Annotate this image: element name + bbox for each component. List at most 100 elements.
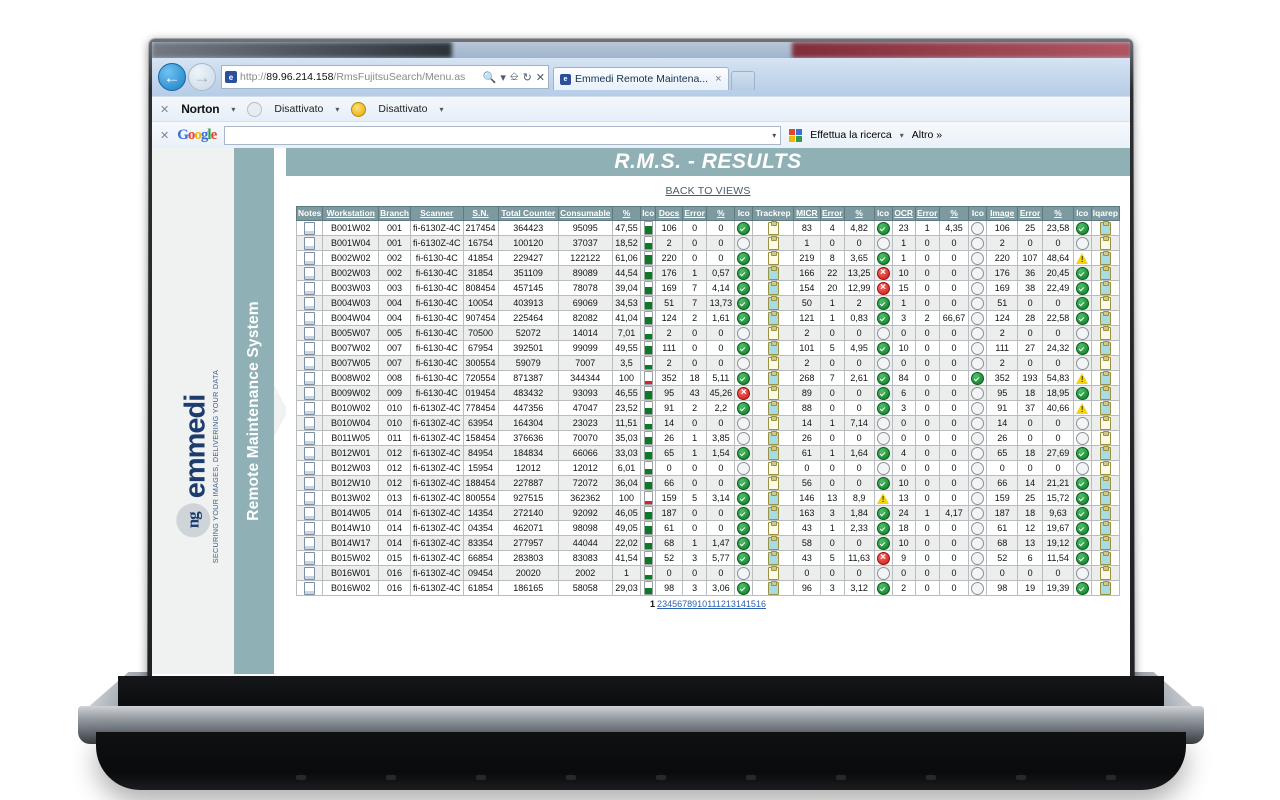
column-header-ico-17[interactable]: Ico bbox=[873, 206, 893, 221]
cell-trackrep[interactable] bbox=[752, 520, 794, 536]
forward-button[interactable]: → bbox=[188, 63, 216, 91]
note-icon[interactable] bbox=[304, 401, 316, 415]
note-icon[interactable] bbox=[304, 581, 316, 595]
report-clipboard-icon[interactable] bbox=[767, 521, 779, 535]
pagination-page-10[interactable]: 10 bbox=[697, 599, 707, 609]
table-row[interactable]: B010W04 010 fi-6130Z-4C 63954 164304 23023 11,… bbox=[295, 415, 1121, 431]
cell-notes[interactable] bbox=[295, 430, 324, 446]
table-row[interactable]: B010W02 010 fi-6130Z-4C 778454 447356 47047 23… bbox=[295, 400, 1121, 416]
note-icon[interactable] bbox=[304, 266, 316, 280]
report-clipboard-icon[interactable] bbox=[1099, 221, 1111, 235]
report-clipboard-icon[interactable] bbox=[1099, 536, 1111, 550]
note-icon[interactable] bbox=[304, 476, 316, 490]
table-row[interactable]: B007W05 007 fi-6130-4C 300554 59079 7007 3,5 2 0… bbox=[295, 355, 1121, 371]
tab-emmedi-remote-maintenance[interactable]: e Emmedi Remote Maintena... × bbox=[553, 67, 729, 90]
cell-trackrep[interactable] bbox=[752, 445, 794, 461]
cell-trackrep[interactable] bbox=[752, 385, 794, 401]
norton-status-1[interactable]: Disattivato bbox=[274, 103, 323, 115]
cell-iqarep[interactable] bbox=[1090, 580, 1121, 596]
cell-notes[interactable] bbox=[295, 220, 324, 236]
column-header---7[interactable]: % bbox=[611, 206, 642, 221]
chevron-down-icon[interactable]: ▾ bbox=[231, 105, 235, 114]
cell-notes[interactable] bbox=[295, 460, 324, 476]
google-search-button[interactable]: Effettua la ricerca bbox=[810, 129, 892, 141]
cell-iqarep[interactable] bbox=[1090, 550, 1121, 566]
column-header-ico-8[interactable]: Ico bbox=[640, 206, 657, 221]
column-header-ico-25[interactable]: Ico bbox=[1072, 206, 1092, 221]
table-row[interactable]: B008W02 008 fi-6130-4C 720554 871387 344344 10… bbox=[295, 370, 1121, 386]
pagination-page-11[interactable]: 11 bbox=[707, 599, 716, 609]
cell-trackrep[interactable] bbox=[752, 400, 794, 416]
report-clipboard-icon[interactable] bbox=[1099, 431, 1111, 445]
report-clipboard-icon[interactable] bbox=[767, 341, 779, 355]
note-icon[interactable] bbox=[304, 491, 316, 505]
table-row[interactable]: B012W10 012 fi-6130Z-4C 188454 227887 72072 36… bbox=[295, 475, 1121, 491]
cell-iqarep[interactable] bbox=[1090, 415, 1121, 431]
cell-trackrep[interactable] bbox=[752, 370, 794, 386]
cell-notes[interactable] bbox=[295, 415, 324, 431]
cell-trackrep[interactable] bbox=[752, 280, 794, 296]
report-clipboard-icon[interactable] bbox=[767, 506, 779, 520]
column-header---16[interactable]: % bbox=[843, 206, 875, 221]
search-icon[interactable]: 🔍 bbox=[483, 71, 497, 84]
note-icon[interactable] bbox=[304, 386, 316, 400]
norton-status-2[interactable]: Disattivato bbox=[378, 103, 427, 115]
cell-trackrep[interactable] bbox=[752, 220, 794, 236]
report-clipboard-icon[interactable] bbox=[767, 251, 779, 265]
note-icon[interactable] bbox=[304, 221, 316, 235]
note-icon[interactable] bbox=[304, 296, 316, 310]
table-row[interactable]: B016W01 016 fi-6130Z-4C 09454 20020 2002 1 0 0 0 0… bbox=[295, 565, 1121, 581]
cell-iqarep[interactable] bbox=[1090, 355, 1121, 371]
cell-notes[interactable] bbox=[295, 355, 324, 371]
report-clipboard-icon[interactable] bbox=[1099, 401, 1111, 415]
cell-trackrep[interactable] bbox=[752, 460, 794, 476]
cell-trackrep[interactable] bbox=[752, 430, 794, 446]
note-icon[interactable] bbox=[304, 431, 316, 445]
note-icon[interactable] bbox=[304, 341, 316, 355]
cell-notes[interactable] bbox=[295, 295, 324, 311]
back-to-views-link[interactable]: BACK TO VIEWS bbox=[665, 185, 750, 197]
cell-iqarep[interactable] bbox=[1090, 280, 1121, 296]
cell-notes[interactable] bbox=[295, 400, 324, 416]
pagination-page-12[interactable]: 12 bbox=[716, 599, 726, 609]
google-more-button[interactable]: Altro » bbox=[912, 129, 942, 141]
report-clipboard-icon[interactable] bbox=[1099, 311, 1111, 325]
report-clipboard-icon[interactable] bbox=[767, 386, 779, 400]
cell-iqarep[interactable] bbox=[1090, 235, 1121, 251]
column-header-ico-12[interactable]: Ico bbox=[734, 206, 754, 221]
note-icon[interactable] bbox=[304, 326, 316, 340]
report-clipboard-icon[interactable] bbox=[767, 326, 779, 340]
column-header-error-10[interactable]: Error bbox=[681, 206, 708, 221]
stop-icon[interactable]: ✕ bbox=[536, 71, 545, 84]
cell-iqarep[interactable] bbox=[1090, 520, 1121, 536]
cell-iqarep[interactable] bbox=[1090, 295, 1121, 311]
report-clipboard-icon[interactable] bbox=[1099, 491, 1111, 505]
column-header-branch-2[interactable]: Branch bbox=[378, 206, 411, 221]
cell-trackrep[interactable] bbox=[752, 580, 794, 596]
refresh-icon[interactable]: ↻ bbox=[523, 71, 532, 84]
report-clipboard-icon[interactable] bbox=[767, 416, 779, 430]
note-icon[interactable] bbox=[304, 566, 316, 580]
new-tab-button[interactable] bbox=[730, 71, 755, 90]
pagination-page-13[interactable]: 13 bbox=[726, 599, 736, 609]
cell-iqarep[interactable] bbox=[1090, 535, 1121, 551]
report-clipboard-icon[interactable] bbox=[767, 266, 779, 280]
pagination-page-16[interactable]: 16 bbox=[756, 599, 766, 609]
cell-iqarep[interactable] bbox=[1090, 220, 1121, 236]
cell-notes[interactable] bbox=[295, 580, 324, 596]
table-row[interactable]: B001W02 001 fi-6130Z-4C 217454 364423 95095 47… bbox=[295, 220, 1121, 236]
column-header-workstation-1[interactable]: Workstation bbox=[322, 206, 380, 221]
column-header---24[interactable]: % bbox=[1042, 206, 1074, 221]
cell-notes[interactable] bbox=[295, 280, 324, 296]
table-row[interactable]: B002W02 002 fi-6130-4C 41854 229427 122122 61,… bbox=[295, 250, 1121, 266]
column-header-docs-9[interactable]: Docs bbox=[655, 206, 683, 221]
cell-trackrep[interactable] bbox=[752, 535, 794, 551]
cell-iqarep[interactable] bbox=[1090, 445, 1121, 461]
report-clipboard-icon[interactable] bbox=[767, 356, 779, 370]
chevron-down-icon[interactable]: ▾ bbox=[439, 105, 443, 114]
column-header-error-23[interactable]: Error bbox=[1016, 206, 1044, 221]
norton-vault-icon[interactable] bbox=[351, 101, 367, 117]
report-clipboard-icon[interactable] bbox=[767, 236, 779, 250]
column-header-image-22[interactable]: Image bbox=[986, 206, 1018, 221]
cell-notes[interactable] bbox=[295, 565, 324, 581]
